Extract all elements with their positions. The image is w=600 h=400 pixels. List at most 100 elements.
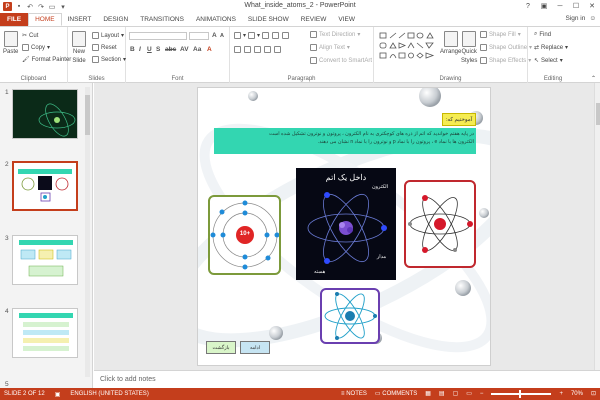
thumbnail-scrollbar[interactable]: [85, 87, 90, 377]
next-button[interactable]: ادامه: [240, 341, 270, 354]
close-icon[interactable]: ✕: [584, 0, 600, 12]
maximize-icon[interactable]: ☐: [568, 0, 584, 12]
slide-thumbnail-2[interactable]: [12, 161, 78, 211]
reset-button[interactable]: Reset: [92, 44, 117, 51]
increase-indent-button[interactable]: [272, 32, 279, 39]
align-right-button[interactable]: [254, 46, 261, 53]
replace-button[interactable]: ⇄ Replace ▾: [534, 44, 568, 52]
slideshow-icon[interactable]: ▭: [466, 390, 472, 397]
align-center-icon: [244, 46, 251, 53]
slide-thumbnail-3[interactable]: [12, 235, 78, 285]
comments-toggle-label: COMMENTS: [382, 391, 418, 397]
underline-icon[interactable]: U: [147, 46, 152, 53]
zoom-out-icon[interactable]: −: [480, 391, 484, 397]
copy-button[interactable]: Copy ▾: [22, 44, 50, 51]
shape-fill-button[interactable]: Shape Fill ▾: [480, 31, 521, 38]
columns-button[interactable]: [274, 46, 281, 53]
zoom-level[interactable]: 70%: [571, 391, 583, 397]
tab-insert[interactable]: INSERT: [62, 13, 98, 26]
cursor-icon: ↖: [534, 58, 540, 64]
tab-transitions[interactable]: TRANSITIONS: [134, 13, 190, 26]
drawing-group-label: Drawing: [439, 76, 462, 82]
minimize-icon[interactable]: ─: [552, 0, 568, 12]
grow-font-icon[interactable]: A: [212, 32, 217, 39]
fit-slide-icon[interactable]: ⊡: [591, 390, 596, 397]
shape-outline-button[interactable]: Shape Outline ▾: [480, 44, 532, 51]
zoom-in-icon[interactable]: +: [559, 391, 563, 397]
select-button[interactable]: ↖ Select ▾: [534, 57, 563, 65]
start-slideshow-icon[interactable]: ▭: [48, 3, 56, 11]
italic-icon[interactable]: I: [139, 46, 141, 53]
reading-view-icon[interactable]: ▢: [453, 390, 459, 397]
strikethrough-icon[interactable]: abc: [165, 46, 176, 53]
format-painter-button[interactable]: 🖌 Format Painter: [22, 56, 71, 64]
tab-design[interactable]: DESIGN: [97, 13, 134, 26]
language-indicator[interactable]: ENGLISH (UNITED STATES): [70, 391, 148, 398]
text-direction-button[interactable]: Text Direction ▾: [310, 31, 360, 38]
tab-slide-show[interactable]: SLIDE SHOW: [242, 13, 295, 26]
slide-scrollbar-thumb[interactable]: [596, 103, 600, 125]
section-button[interactable]: Section ▾: [92, 56, 126, 63]
undo-icon[interactable]: ↶: [26, 3, 34, 11]
font-color-icon[interactable]: A: [207, 46, 212, 53]
justify-button[interactable]: [264, 46, 271, 53]
change-case-icon[interactable]: Aa: [193, 46, 201, 53]
align-text-button[interactable]: Align Text ▾: [310, 44, 350, 51]
new-slide-button[interactable]: New Slide: [72, 31, 86, 65]
comments-toggle[interactable]: ▭ COMMENTS: [375, 390, 417, 397]
bold-icon[interactable]: B: [130, 46, 135, 53]
orbit-diagram-card[interactable]: 10+: [208, 195, 281, 275]
slide-thumbnail-pane: 1 2 3 4 5: [0, 83, 93, 388]
redo-icon[interactable]: ↷: [37, 3, 45, 11]
zoom-slider[interactable]: [491, 389, 552, 398]
customize-qat-icon[interactable]: ▾: [59, 3, 67, 11]
line-spacing-button[interactable]: [282, 32, 289, 39]
current-slide[interactable]: آموختیم که: در پایه هفتم خواندید که اتم …: [197, 87, 491, 366]
spellcheck-icon[interactable]: ▣: [55, 391, 61, 398]
quick-styles-button[interactable]: Quick Styles: [461, 31, 477, 65]
find-button[interactable]: ⌕ Find: [534, 31, 551, 38]
shapes-gallery[interactable]: [378, 31, 436, 67]
shrink-font-icon[interactable]: A: [220, 33, 224, 39]
layout-button[interactable]: Layout ▾: [92, 32, 124, 39]
collapse-ribbon-icon[interactable]: ⌃: [591, 75, 596, 82]
atom-image[interactable]: داخل یک اتم الکترون هسته مدار: [296, 168, 396, 280]
ribbon-display-icon[interactable]: ▣: [536, 0, 552, 12]
tab-view[interactable]: VIEW: [332, 13, 361, 26]
shadow-icon[interactable]: S: [156, 46, 160, 53]
numbering-button[interactable]: ▾: [248, 32, 260, 39]
align-left-button[interactable]: [234, 46, 241, 53]
shape-effects-button[interactable]: Shape Effects ▾: [480, 57, 531, 64]
convert-smartart-button[interactable]: Convert to SmartArt: [310, 57, 372, 64]
powerpoint-icon[interactable]: P: [3, 2, 12, 11]
bullets-button[interactable]: ▾: [234, 32, 246, 39]
tab-animations[interactable]: ANIMATIONS: [190, 13, 242, 26]
arrange-button[interactable]: Arrange: [440, 31, 461, 55]
quick-styles-icon: [462, 31, 477, 47]
notes-toggle[interactable]: ≡ NOTES: [341, 391, 367, 397]
slide-thumbnail-4[interactable]: [12, 308, 78, 358]
char-spacing-icon[interactable]: AV: [180, 46, 189, 53]
red-atom-card[interactable]: [404, 180, 476, 268]
font-size-input[interactable]: [189, 32, 209, 40]
slide-sorter-icon[interactable]: ▤: [439, 390, 445, 397]
normal-view-icon[interactable]: ▦: [425, 390, 431, 397]
tab-review[interactable]: REVIEW: [295, 13, 333, 26]
slide-thumbnail-1[interactable]: [12, 89, 78, 139]
decrease-indent-button[interactable]: [262, 32, 269, 39]
notes-pane[interactable]: Click to add notes: [94, 370, 600, 388]
sign-in[interactable]: Sign in ☺: [565, 15, 596, 22]
back-button[interactable]: بازگشت: [206, 341, 236, 354]
thumbnail-scrollbar-thumb[interactable]: [85, 95, 90, 135]
paste-button[interactable]: Paste: [3, 31, 18, 55]
save-icon[interactable]: ▪: [15, 3, 23, 11]
align-center-button[interactable]: [244, 46, 251, 53]
blue-atom-card[interactable]: [320, 288, 380, 344]
align-left-icon: [234, 46, 241, 53]
tab-file[interactable]: FILE: [0, 13, 29, 26]
cut-button[interactable]: ✂ Cut: [22, 32, 38, 40]
font-name-input[interactable]: [129, 32, 187, 40]
slide-scrollbar[interactable]: [594, 83, 600, 370]
help-icon[interactable]: ?: [520, 0, 536, 12]
tab-home[interactable]: HOME: [28, 13, 62, 26]
